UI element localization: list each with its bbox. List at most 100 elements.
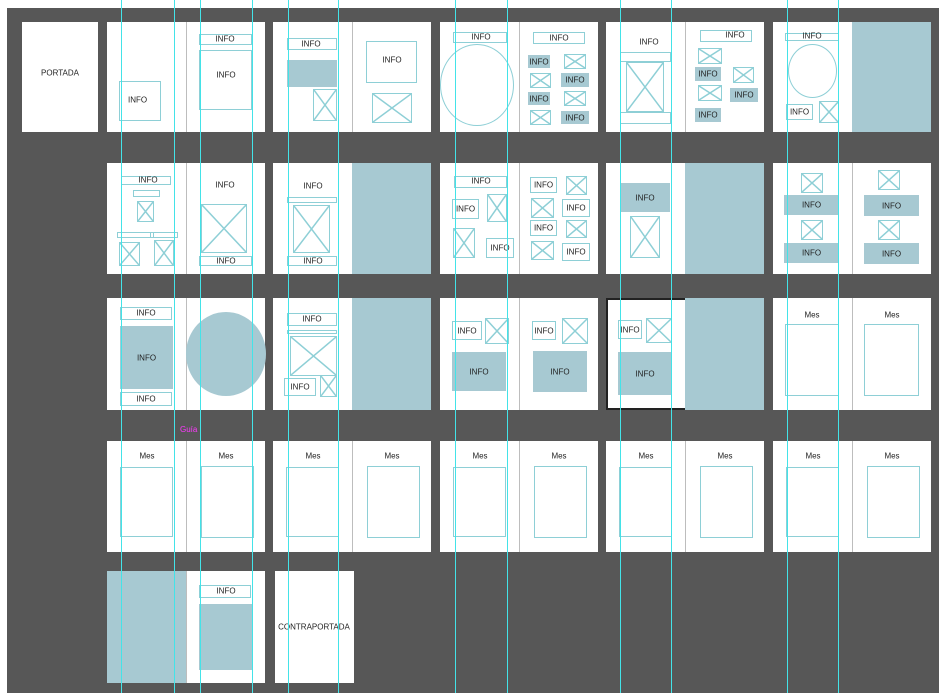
info-label: INFO xyxy=(303,256,323,266)
info-label: INFO xyxy=(136,353,157,362)
month-label: Mes xyxy=(884,310,900,320)
circle-color-block xyxy=(186,312,266,396)
vertical-guide[interactable] xyxy=(838,0,839,693)
spread-spine xyxy=(519,22,520,132)
info-label: INFO xyxy=(471,176,491,186)
text-frame xyxy=(199,50,252,110)
image-placeholder xyxy=(801,220,823,240)
vertical-guide[interactable] xyxy=(121,0,122,693)
image-placeholder xyxy=(531,241,554,260)
layout-canvas: PORTADA INFO INFO INFO INFO INFO INFO INFO INFO I… xyxy=(0,0,939,693)
month-label: Mes xyxy=(218,451,234,461)
vertical-guide[interactable] xyxy=(507,0,508,693)
vertical-guide[interactable] xyxy=(787,0,788,693)
month-label: Mes xyxy=(717,451,733,461)
text-frame xyxy=(620,52,671,62)
text-frame xyxy=(453,467,506,537)
info-label: INFO xyxy=(565,75,585,85)
image-placeholder xyxy=(733,67,754,83)
month-label: Mes xyxy=(139,451,155,461)
info-label: INFO xyxy=(620,325,640,334)
info-label: INFO xyxy=(136,308,156,318)
info-label: INFO xyxy=(529,57,549,66)
color-block xyxy=(852,22,931,132)
info-label: INFO xyxy=(382,55,402,65)
info-label: INFO xyxy=(698,69,718,79)
text-frame xyxy=(120,467,173,537)
info-label: INFO xyxy=(138,175,158,185)
info-label: INFO xyxy=(801,200,822,210)
image-placeholder xyxy=(566,176,587,195)
text-frame xyxy=(620,112,671,124)
text-frame xyxy=(117,232,154,238)
info-label: INFO xyxy=(549,33,569,43)
text-frame xyxy=(700,466,753,538)
text-frame xyxy=(201,466,254,538)
image-placeholder xyxy=(313,89,337,121)
info-label: INFO xyxy=(550,367,570,376)
vertical-guide[interactable] xyxy=(671,0,672,693)
info-label: INFO xyxy=(566,203,586,213)
info-label: INFO xyxy=(290,382,310,392)
vertical-guide[interactable] xyxy=(288,0,289,693)
info-label: INFO xyxy=(802,31,822,41)
info-label: INFO xyxy=(881,201,902,210)
spread-spine xyxy=(852,163,853,274)
image-placeholder xyxy=(453,228,475,258)
vertical-guide[interactable] xyxy=(455,0,456,693)
info-label: INFO xyxy=(136,394,156,404)
info-label: INFO xyxy=(789,107,810,117)
text-frame xyxy=(619,467,672,537)
image-placeholder xyxy=(119,242,140,266)
image-placeholder xyxy=(137,201,154,222)
guide-label: Guía xyxy=(180,425,198,434)
image-placeholder xyxy=(562,318,588,344)
spread-spine xyxy=(186,163,187,274)
vertical-guide[interactable] xyxy=(200,0,201,693)
info-label: INFO xyxy=(471,32,491,42)
info-label: INFO xyxy=(303,181,323,191)
image-placeholder xyxy=(566,220,587,238)
text-frame xyxy=(287,330,337,334)
image-placeholder xyxy=(290,336,337,376)
image-placeholder xyxy=(564,54,586,69)
image-placeholder xyxy=(372,93,412,123)
vertical-guide[interactable] xyxy=(620,0,621,693)
text-frame xyxy=(287,197,337,203)
spread-spine xyxy=(519,441,520,552)
info-label: INFO xyxy=(533,223,554,233)
info-label: INFO xyxy=(565,113,585,122)
info-label: INFO xyxy=(881,249,902,258)
info-label: INFO xyxy=(216,70,236,80)
image-placeholder xyxy=(530,73,551,88)
image-placeholder xyxy=(201,204,247,253)
text-frame xyxy=(534,466,587,538)
info-label: PORTADA xyxy=(41,68,79,78)
circle-frame xyxy=(440,44,514,126)
info-label: INFO xyxy=(635,369,655,378)
image-placeholder xyxy=(630,216,660,258)
info-label: INFO xyxy=(639,37,659,47)
month-label: Mes xyxy=(805,451,821,461)
image-placeholder xyxy=(293,205,330,253)
circle-frame xyxy=(788,44,837,98)
image-placeholder xyxy=(819,101,839,123)
spread-spine xyxy=(352,441,353,552)
info-label: INFO xyxy=(734,90,754,100)
text-frame xyxy=(867,466,920,538)
text-frame xyxy=(367,466,420,538)
info-label: INFO xyxy=(566,247,586,257)
color-block xyxy=(352,298,431,410)
spread-spine xyxy=(186,22,187,132)
vertical-guide[interactable] xyxy=(338,0,339,693)
vertical-guide[interactable] xyxy=(174,0,175,693)
vertical-guide[interactable] xyxy=(252,0,253,693)
info-label: INFO xyxy=(698,110,718,120)
color-block xyxy=(199,604,252,670)
month-label: Mes xyxy=(551,451,567,461)
image-placeholder xyxy=(564,91,586,106)
info-label: INFO xyxy=(801,248,822,258)
image-placeholder xyxy=(485,318,509,344)
info-label: INFO xyxy=(455,204,476,214)
image-placeholder xyxy=(530,110,551,125)
